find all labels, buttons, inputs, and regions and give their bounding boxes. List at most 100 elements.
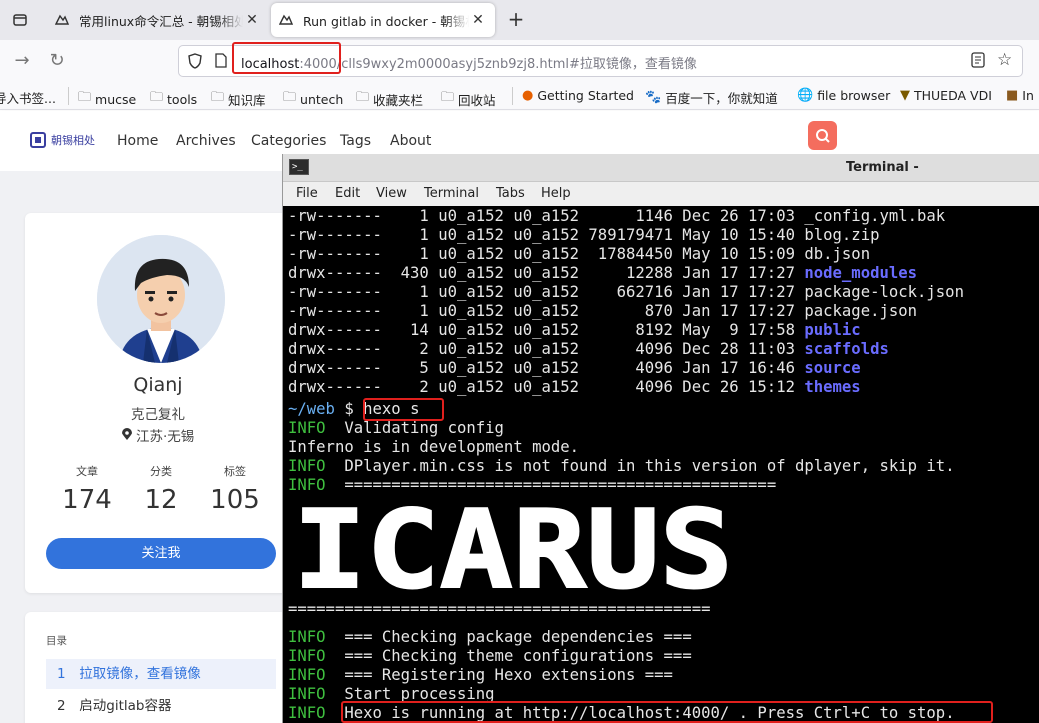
bookmark-label: file browser bbox=[817, 88, 891, 103]
follow-button[interactable]: 关注我 bbox=[46, 538, 276, 569]
search-icon[interactable] bbox=[808, 121, 837, 150]
bookmark-favorites[interactable]: 🗀 收藏夹栏 bbox=[356, 88, 423, 110]
directory-name: node_modules bbox=[804, 264, 918, 282]
avatar bbox=[97, 235, 225, 363]
bookmark-recycle[interactable]: 🗀 回收站 bbox=[441, 88, 496, 110]
log-message: === Checking package dependencies === bbox=[344, 628, 692, 646]
tab-gitlab-docker[interactable]: Run gitlab in docker - 朝锡相处 ✕ bbox=[271, 3, 495, 37]
menu-view[interactable]: View bbox=[376, 186, 407, 201]
shield-icon[interactable] bbox=[188, 53, 202, 73]
menu-about[interactable]: About bbox=[390, 133, 431, 149]
tab-linux-commands[interactable]: 常用linux命令汇总 - 朝锡相处 ✕ bbox=[47, 3, 269, 37]
menu-file[interactable]: File bbox=[296, 186, 318, 201]
stat-label: 文章 bbox=[76, 465, 98, 478]
close-icon[interactable]: ✕ bbox=[243, 12, 261, 28]
close-icon[interactable]: ✕ bbox=[469, 12, 487, 28]
log-level: INFO bbox=[288, 704, 345, 722]
github-icon bbox=[278, 11, 297, 29]
output-line: INFO Validating config bbox=[288, 419, 504, 438]
bookmark-separator bbox=[68, 87, 69, 105]
toc-item[interactable]: 2 启动gitlab容器 bbox=[46, 691, 276, 721]
forward-arrow-icon[interactable]: → bbox=[10, 49, 34, 73]
stat-categories[interactable]: 分类 12 bbox=[121, 463, 201, 515]
log-message: Inferno is in development mode. bbox=[288, 438, 580, 456]
menu-archives[interactable]: Archives bbox=[176, 133, 236, 149]
toc-number: 1 bbox=[57, 666, 66, 682]
folder-icon: 🗀 bbox=[441, 90, 455, 105]
menu-terminal[interactable]: Terminal bbox=[424, 186, 479, 201]
listing-meta: -rw------- 1 u0_a152 u0_a152 662716 Jan … bbox=[288, 283, 805, 301]
tab-title: Run gitlab in docker - 朝锡相处 bbox=[303, 13, 469, 29]
location-text: 江苏·无锡 bbox=[136, 429, 195, 445]
terminal-titlebar[interactable]: >_ Terminal - bbox=[283, 154, 1039, 182]
bookmarks-bar: 导入书签... 🗀 mucse 🗀 tools 🗀 知识库 🗀 untech 🗀 收藏夹栏… bbox=[0, 82, 1039, 110]
stat-tags[interactable]: 标签 105 bbox=[195, 463, 275, 515]
toc-item[interactable]: 1 拉取镜像，查看镜像 bbox=[46, 659, 276, 689]
reader-view-icon[interactable] bbox=[971, 52, 985, 72]
reload-icon[interactable]: ↻ bbox=[45, 49, 69, 73]
menu-home[interactable]: Home bbox=[117, 133, 158, 149]
new-tab-button[interactable]: + bbox=[505, 8, 527, 30]
stat-value: 12 bbox=[144, 485, 178, 515]
bookmark-knowledge[interactable]: 🗀 知识库 bbox=[211, 88, 266, 110]
page-icon[interactable] bbox=[215, 53, 227, 72]
bookmark-mucse[interactable]: 🗀 mucse bbox=[78, 88, 136, 110]
bookmark-label: In bbox=[1022, 88, 1034, 103]
tab-overview-icon[interactable] bbox=[8, 8, 32, 32]
terminal-title: Terminal - bbox=[846, 160, 919, 175]
bookmark-tools[interactable]: 🗀 tools bbox=[150, 88, 197, 110]
bookmark-thueda[interactable]: ▼ THUEDA VDI bbox=[900, 88, 992, 103]
terminal-window[interactable]: >_ Terminal - File Edit View Terminal Ta… bbox=[282, 154, 1039, 723]
listing-meta: -rw------- 1 u0_a152 u0_a152 789179471 M… bbox=[288, 226, 805, 244]
log-level: INFO bbox=[288, 476, 345, 494]
bookmark-untech[interactable]: 🗀 untech bbox=[283, 88, 343, 110]
icarus-banner: ICARUS bbox=[293, 499, 734, 599]
file-name: db.json bbox=[804, 245, 871, 263]
firefox-icon: ● bbox=[522, 88, 534, 103]
output-line: INFO === Checking theme configurations =… bbox=[288, 647, 692, 666]
listing-meta: drwx------ 5 u0_a152 u0_a152 4096 Jan 17… bbox=[288, 359, 805, 377]
terminal-menubar: File Edit View Terminal Tabs Help bbox=[283, 182, 1039, 206]
folder-icon: 🗀 bbox=[283, 90, 297, 105]
baidu-icon: 🐾 bbox=[645, 90, 662, 105]
stat-value: 105 bbox=[210, 485, 260, 515]
output-line: INFO DPlayer.min.css is not found in thi… bbox=[288, 457, 955, 476]
banner-text: ICARUS bbox=[293, 499, 733, 599]
menu-tabs[interactable]: Tabs bbox=[496, 186, 525, 201]
image-icon: ■ bbox=[1006, 88, 1019, 103]
profile-location: 江苏·无锡 bbox=[25, 425, 291, 445]
listing-meta: -rw------- 1 u0_a152 u0_a152 870 Jan 17 … bbox=[288, 302, 805, 320]
output-line: INFO === Checking package dependencies =… bbox=[288, 628, 692, 647]
bookmark-baidu[interactable]: 🐾 百度一下，你就知道 bbox=[645, 88, 778, 107]
site-logo[interactable]: 朝锡相处 bbox=[30, 132, 95, 148]
listing-meta: -rw------- 1 u0_a152 u0_a152 17884450 Ma… bbox=[288, 245, 805, 263]
listing-row: -rw------- 1 u0_a152 u0_a152 662716 Jan … bbox=[288, 283, 964, 302]
file-name: package-lock.json bbox=[804, 283, 964, 301]
bookmark-label: 知识库 bbox=[228, 92, 266, 108]
toc-label: 拉取镜像，查看镜像 bbox=[79, 666, 201, 682]
stat-articles[interactable]: 文章 174 bbox=[47, 463, 127, 515]
bookmark-label: 百度一下，你就知道 bbox=[665, 91, 778, 106]
menu-edit[interactable]: Edit bbox=[335, 186, 360, 201]
bookmark-label: 导入书签... bbox=[0, 91, 56, 106]
menu-tags[interactable]: Tags bbox=[340, 133, 371, 149]
bookmark-label: Getting Started bbox=[537, 88, 634, 103]
bookmark-import[interactable]: 导入书签... bbox=[0, 88, 56, 107]
listing-row: drwx------ 430 u0_a152 u0_a152 12288 Jan… bbox=[288, 264, 917, 283]
listing-row: drwx------ 2 u0_a152 u0_a152 4096 Dec 28… bbox=[288, 340, 889, 359]
log-level: INFO bbox=[288, 666, 345, 684]
output-line: INFO ===================================… bbox=[288, 476, 776, 495]
bookmark-in[interactable]: ■ In bbox=[1006, 88, 1034, 103]
bookmark-getting-started[interactable]: ● Getting Started bbox=[522, 88, 634, 103]
menu-help[interactable]: Help bbox=[541, 186, 571, 201]
terminal-output[interactable]: -rw------- 1 u0_a152 u0_a152 1146 Dec 26… bbox=[283, 206, 1039, 723]
bookmark-label: tools bbox=[167, 91, 198, 107]
bookmark-label: 收藏夹栏 bbox=[373, 92, 424, 108]
listing-meta: drwx------ 430 u0_a152 u0_a152 12288 Jan… bbox=[288, 264, 805, 282]
menu-categories[interactable]: Categories bbox=[251, 133, 326, 149]
bookmark-file-browser[interactable]: 🌐 file browser bbox=[797, 88, 890, 103]
file-name: _config.yml.bak bbox=[804, 207, 946, 225]
output-line: Inferno is in development mode. bbox=[288, 438, 579, 457]
bookmark-star-icon[interactable]: ☆ bbox=[997, 50, 1012, 70]
banner-rule: ========================================… bbox=[288, 600, 711, 618]
